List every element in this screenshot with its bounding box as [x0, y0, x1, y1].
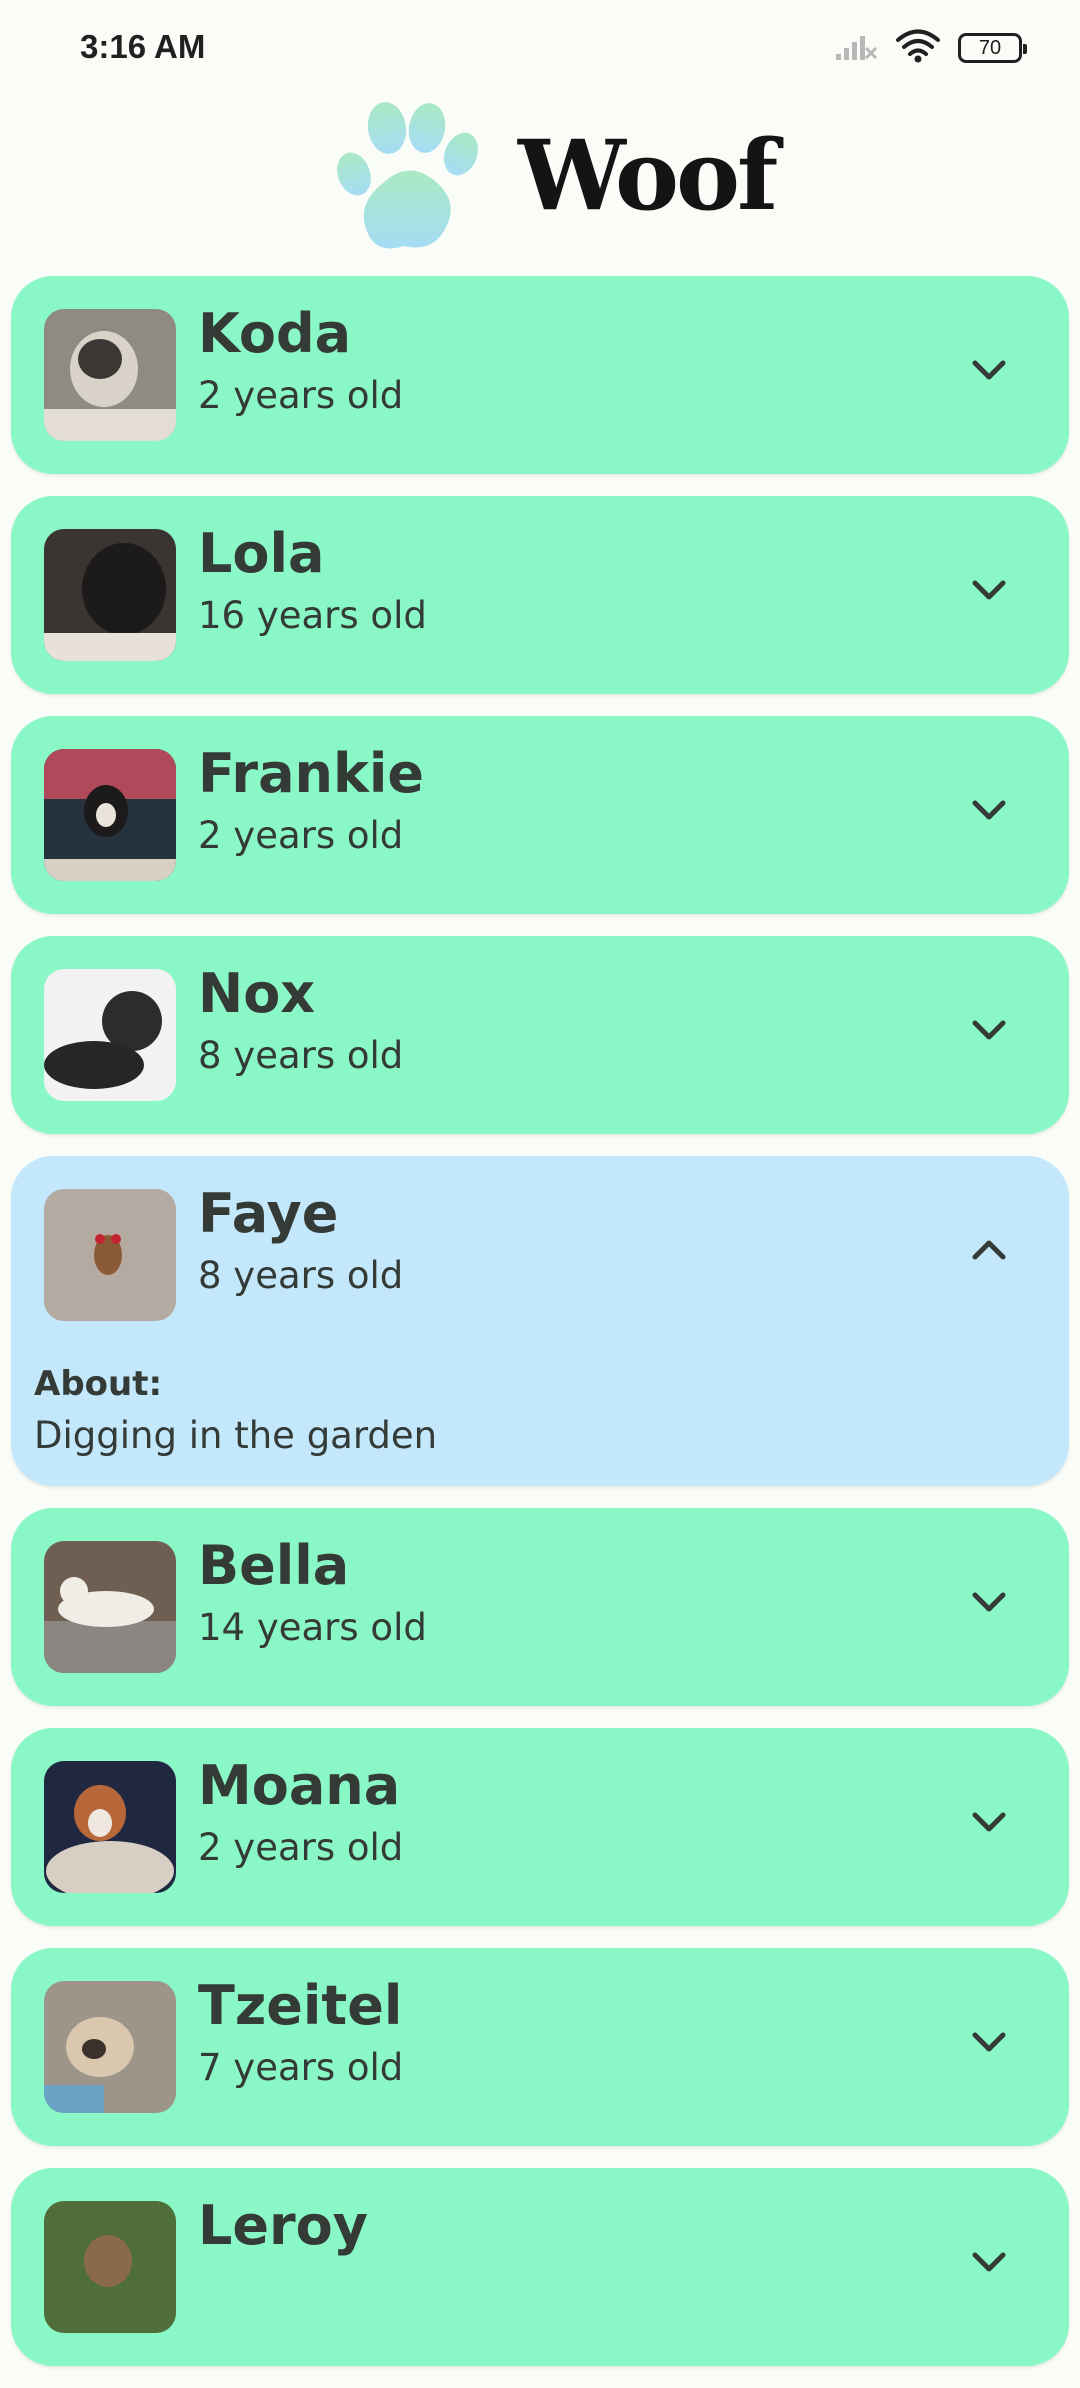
- about-label: About:: [34, 1364, 163, 1404]
- status-bar: 3:16 AM 70: [0, 0, 1080, 96]
- dog-age: 8 years old: [198, 1034, 404, 1077]
- dog-card[interactable]: Tzeitel 7 years old: [11, 1948, 1069, 2146]
- chevron-down-icon[interactable]: [957, 2230, 1021, 2294]
- about-text: Digging in the garden: [34, 1414, 438, 1457]
- paw-icon: [334, 96, 484, 256]
- status-icons: 70: [834, 28, 1027, 68]
- dog-age: 2 years old: [198, 1826, 404, 1869]
- dog-name: Moana: [198, 1754, 401, 1817]
- dog-card[interactable]: Lola 16 years old: [11, 496, 1069, 694]
- dog-name: Frankie: [198, 742, 424, 805]
- dog-card-expanded[interactable]: Faye 8 years old About: Digging in the g…: [11, 1156, 1069, 1486]
- chevron-down-icon[interactable]: [957, 1790, 1021, 1854]
- status-time: 3:16 AM: [80, 28, 206, 65]
- dog-card[interactable]: Frankie 2 years old: [11, 716, 1069, 914]
- dog-photo: [44, 969, 176, 1101]
- dog-photo: [44, 1189, 176, 1321]
- signal-icon: [834, 30, 878, 66]
- dog-photo: [44, 1981, 176, 2113]
- chevron-up-icon[interactable]: [957, 1218, 1021, 1282]
- dog-name: Lola: [198, 522, 325, 585]
- dog-card[interactable]: Nox 8 years old: [11, 936, 1069, 1134]
- dog-card[interactable]: Leroy: [11, 2168, 1069, 2366]
- dog-name: Tzeitel: [198, 1974, 403, 2037]
- dog-photo: [44, 529, 176, 661]
- dog-card[interactable]: Moana 2 years old: [11, 1728, 1069, 1926]
- dog-age: 7 years old: [198, 2046, 404, 2089]
- dog-name: Nox: [198, 962, 316, 1025]
- dog-list: Koda 2 years old Lola 16 years old Frank…: [11, 276, 1069, 2388]
- dog-card[interactable]: Koda 2 years old: [11, 276, 1069, 474]
- dog-photo: [44, 1761, 176, 1893]
- chevron-down-icon[interactable]: [957, 778, 1021, 842]
- dog-name: Koda: [198, 302, 352, 365]
- dog-photo: [44, 309, 176, 441]
- chevron-down-icon[interactable]: [957, 558, 1021, 622]
- dog-photo: [44, 749, 176, 881]
- dog-name: Faye: [198, 1182, 339, 1245]
- dog-age: 14 years old: [198, 1606, 427, 1649]
- dog-name: Leroy: [198, 2194, 368, 2257]
- dog-card[interactable]: Bella 14 years old: [11, 1508, 1069, 1706]
- dog-age: 2 years old: [198, 374, 404, 417]
- app-header: Woof: [0, 96, 1080, 266]
- dog-photo: [44, 2201, 176, 2333]
- battery-icon: 70: [958, 33, 1027, 63]
- app-title: Woof: [518, 119, 778, 232]
- dog-age: 16 years old: [198, 594, 427, 637]
- dog-age: 2 years old: [198, 814, 404, 857]
- chevron-down-icon[interactable]: [957, 2010, 1021, 2074]
- dog-photo: [44, 1541, 176, 1673]
- dog-age: 8 years old: [198, 1254, 404, 1297]
- chevron-down-icon[interactable]: [957, 338, 1021, 402]
- dog-name: Bella: [198, 1534, 350, 1597]
- wifi-icon: [896, 29, 940, 67]
- chevron-down-icon[interactable]: [957, 1570, 1021, 1634]
- chevron-down-icon[interactable]: [957, 998, 1021, 1062]
